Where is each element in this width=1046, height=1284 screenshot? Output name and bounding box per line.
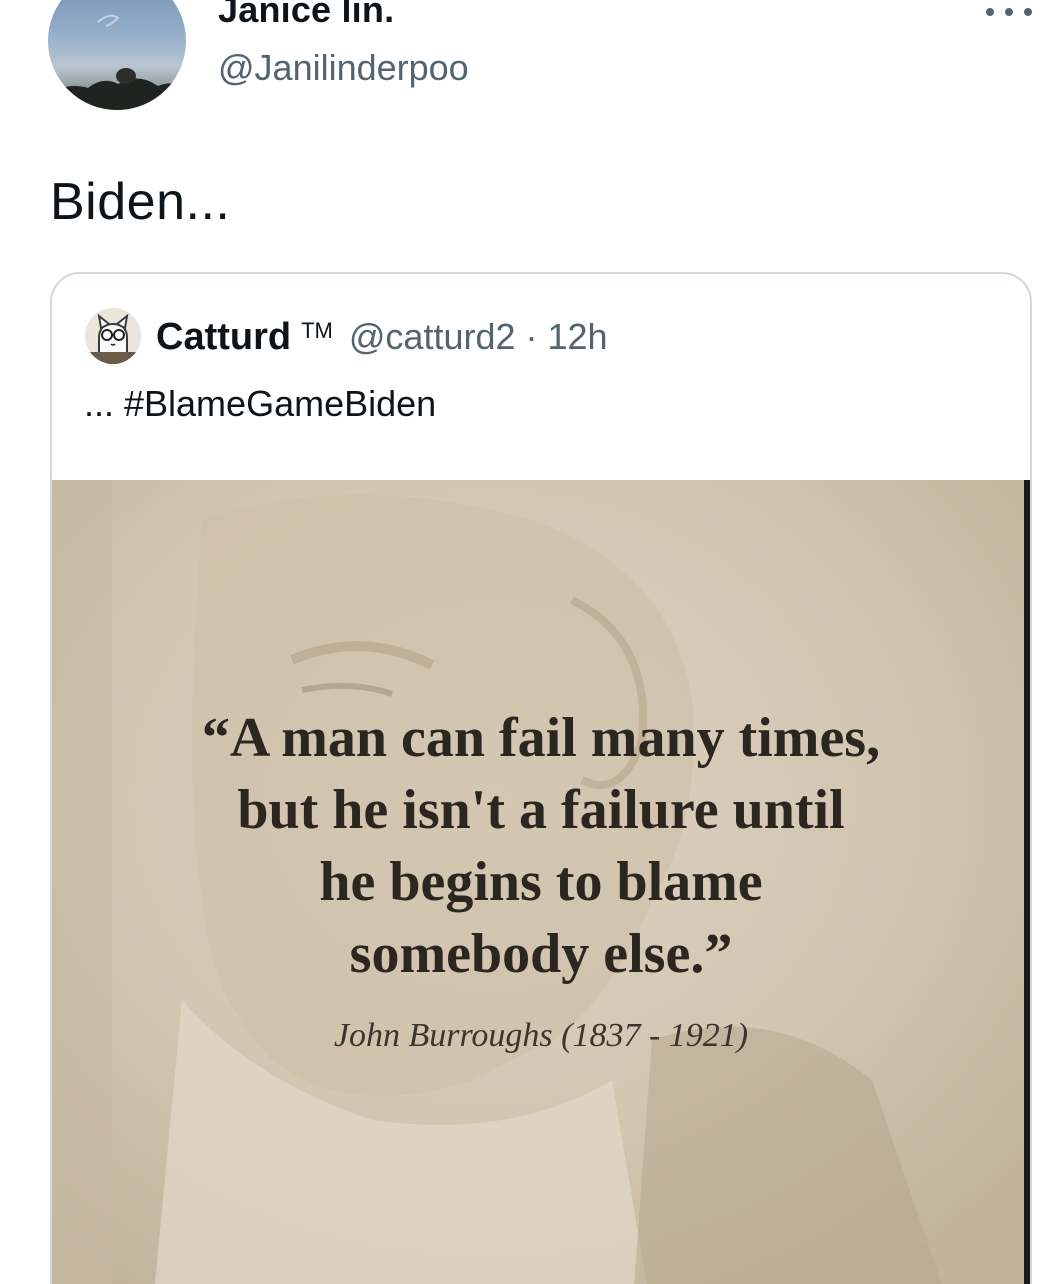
more-dot [1005, 8, 1013, 16]
quoted-tweet-header: Catturd TM @catturd2 · 12h [156, 312, 608, 362]
quote-block: “A man can fail many times, but he isn't… [52, 702, 1030, 1058]
cat-avatar-icon [85, 308, 141, 364]
author-display-name[interactable]: Janice lin. [218, 0, 394, 32]
quote-line: but he isn't a failure until [237, 779, 845, 841]
more-options-icon[interactable] [986, 0, 1032, 24]
author-handle[interactable]: @Janilinderpoo [218, 46, 469, 90]
more-dot [1024, 8, 1032, 16]
quoted-tweet-image[interactable]: “A man can fail many times, but he isn't… [52, 480, 1030, 1284]
header-separator: · [525, 316, 538, 357]
quote-attribution: John Burroughs (1837 - 1921) [333, 1017, 749, 1054]
author-avatar[interactable] [48, 0, 186, 110]
trademark-badge: TM [301, 318, 333, 343]
quote-line: somebody else.” [349, 923, 733, 985]
quote-line: “A man can fail many times, [201, 707, 881, 769]
quoted-tweet-text: ... #BlameGameBiden [84, 383, 437, 424]
quote-line: he begins to blame [319, 851, 763, 913]
tweet-text: Biden... [50, 173, 231, 231]
tweet-view: Janice lin. @Janilinderpoo Biden... Catt… [0, 0, 1046, 1284]
more-dot [986, 8, 994, 16]
quoted-tweet-card[interactable]: Catturd TM @catturd2 · 12h ... #BlameGam… [50, 272, 1032, 1284]
quoted-tweet-timestamp[interactable]: 12h [548, 316, 608, 358]
avatar-landscape-image [48, 14, 186, 110]
quoted-author-handle[interactable]: @catturd2 [349, 316, 516, 358]
quoted-author-avatar[interactable] [85, 308, 141, 364]
quoted-author-name[interactable]: Catturd [156, 316, 291, 359]
